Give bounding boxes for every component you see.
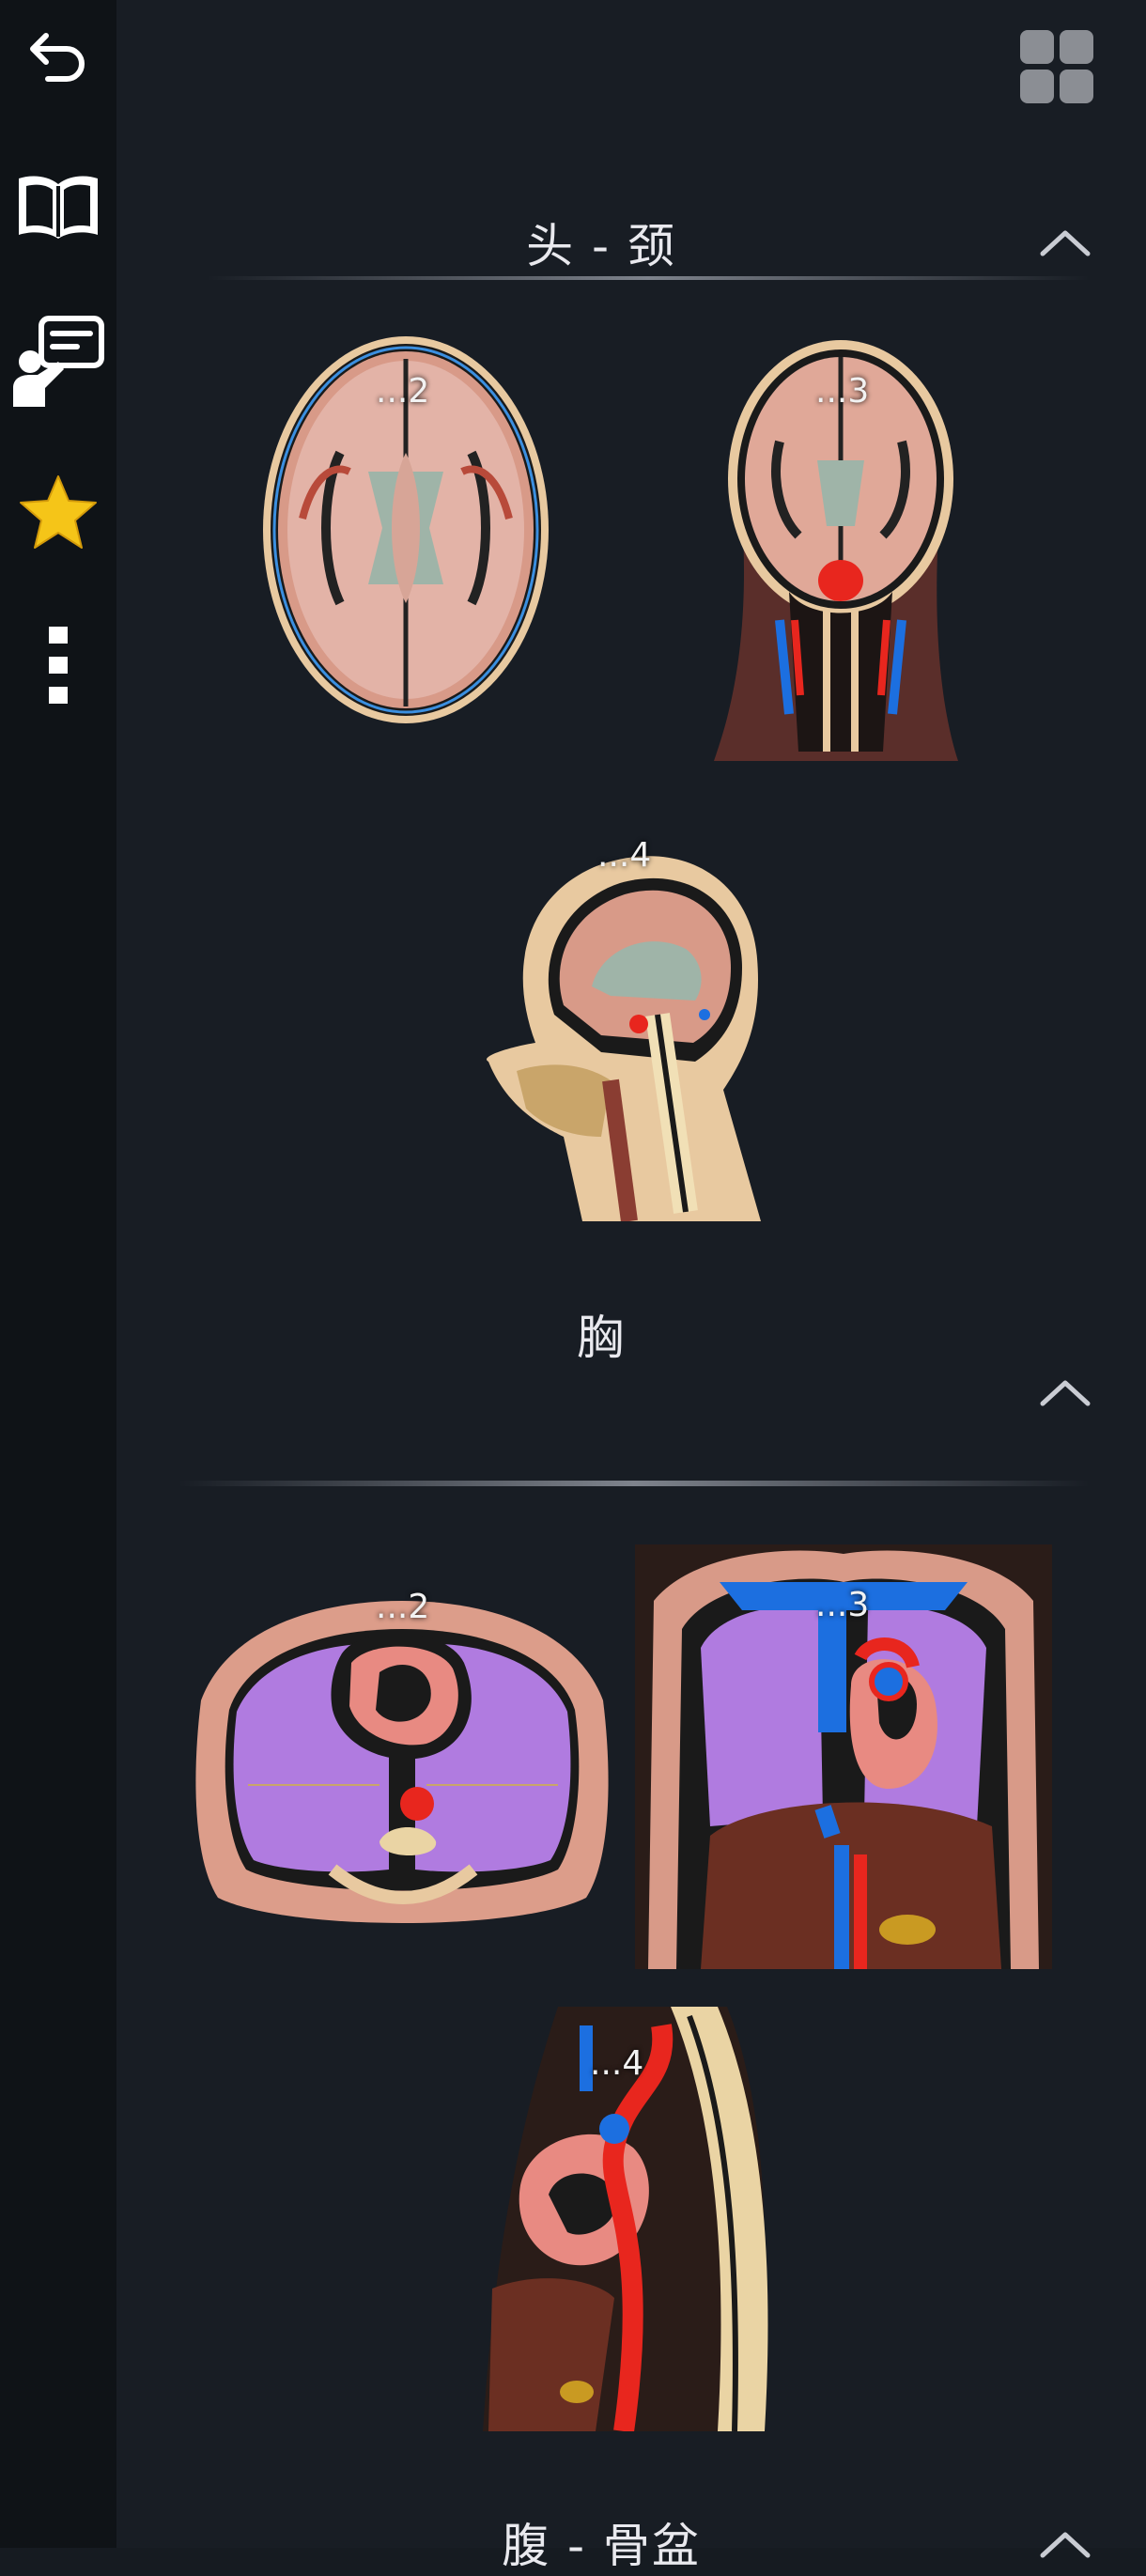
- thorax-slice-3[interactable]: ...3: [635, 1544, 1052, 1969]
- quiz-button[interactable]: [0, 310, 116, 413]
- book-button[interactable]: [0, 164, 116, 249]
- collapse-thorax-chevron-icon[interactable]: [1037, 1373, 1093, 1411]
- grid-view-button[interactable]: [1020, 30, 1093, 103]
- thorax-slice-2[interactable]: ...2: [192, 1588, 612, 1932]
- grid-cell: [1060, 30, 1093, 64]
- axial-chest-image: [195, 1601, 609, 1923]
- section-divider: [178, 1481, 1090, 1486]
- slice-label: ...2: [376, 1588, 430, 1626]
- book-icon: [19, 176, 98, 239]
- slice-label: ...4: [597, 836, 652, 875]
- thorax-slice-4[interactable]: ...4: [483, 2007, 776, 2433]
- section-divider: [207, 276, 1090, 280]
- star-icon: [20, 475, 97, 549]
- head-neck-slice-3[interactable]: ...3: [714, 338, 968, 761]
- favorites-button[interactable]: [0, 470, 116, 554]
- back-button[interactable]: [0, 17, 116, 92]
- back-icon: [30, 33, 85, 82]
- more-vertical-icon: [49, 627, 68, 704]
- sidebar: [0, 0, 116, 2548]
- sagittal-head-image: [487, 856, 761, 1223]
- grid-view-icon: [1020, 30, 1054, 64]
- grid-cell: [1020, 70, 1054, 103]
- quiz-icon: [13, 316, 104, 407]
- grid-cell: [1060, 70, 1093, 103]
- slice-label: ...3: [815, 372, 870, 411]
- head-neck-slice-2[interactable]: ...2: [246, 331, 565, 735]
- head-neck-slice-4[interactable]: ...4: [470, 827, 785, 1223]
- collapse-abdomen-pelvis-chevron-icon[interactable]: [1037, 2525, 1093, 2563]
- section-title-abdomen-pelvis: 腹 - 骨盆: [502, 2519, 701, 2573]
- section-title-head-neck: 头 - 颈: [526, 219, 676, 273]
- collapse-head-neck-chevron-icon[interactable]: [1037, 224, 1093, 261]
- more-button[interactable]: [0, 620, 116, 710]
- slice-label: ...2: [376, 372, 430, 411]
- slice-label: ...4: [590, 2044, 644, 2083]
- slice-label: ...3: [815, 1586, 870, 1624]
- section-title-thorax: 胸: [577, 1311, 626, 1365]
